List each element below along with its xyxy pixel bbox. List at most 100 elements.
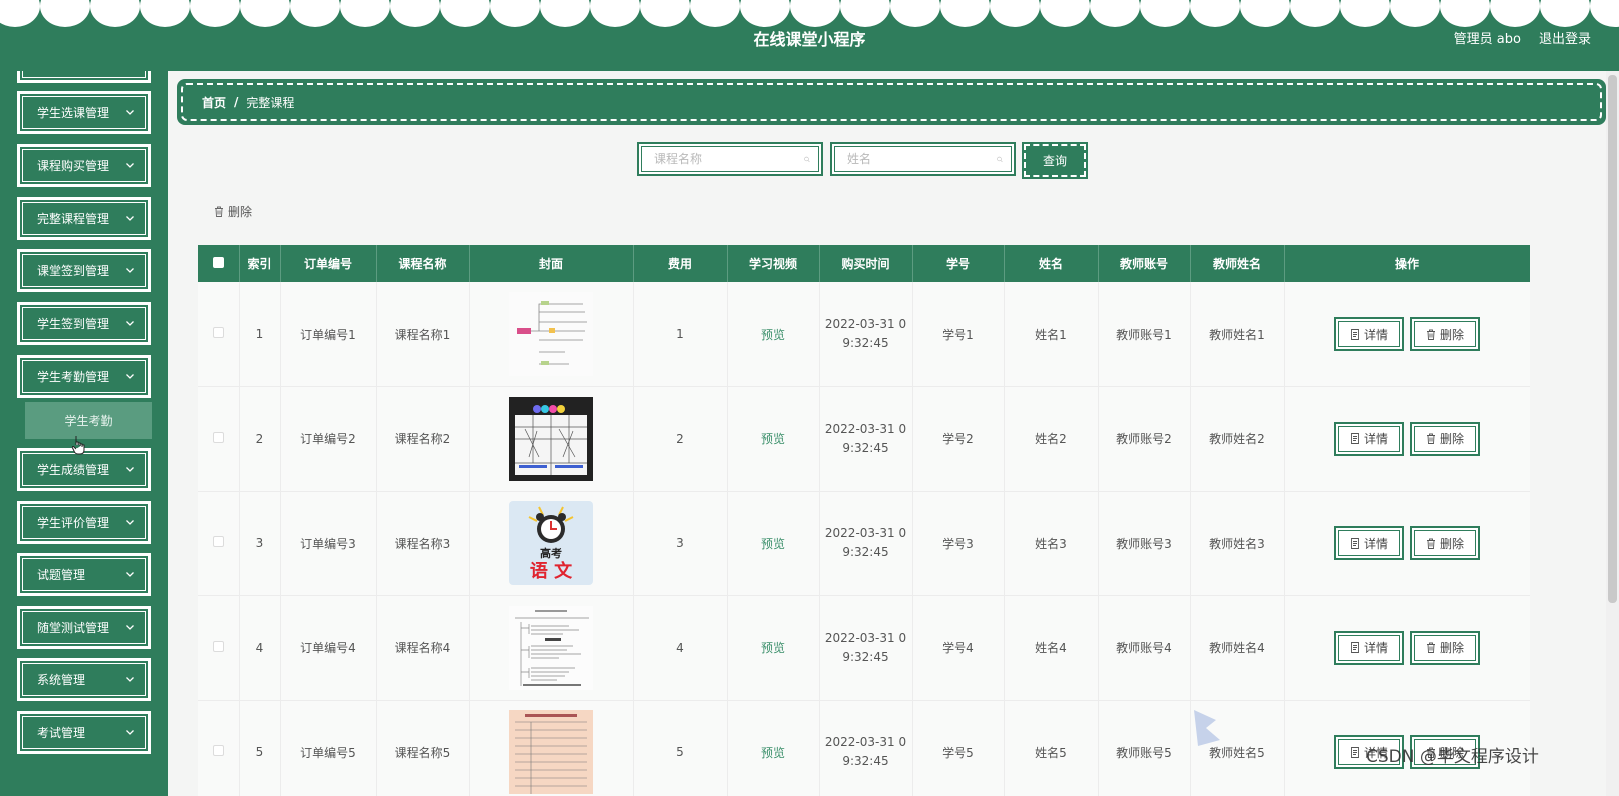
bulk-delete-button[interactable]: 删除 (214, 203, 252, 220)
column-header: 订单编号 (280, 245, 377, 282)
purchase-time-line1: 2022-03-31 0 (824, 526, 907, 541)
breadcrumb: 首页 / 完整课程 (177, 79, 1606, 125)
row-checkbox[interactable] (212, 745, 224, 757)
detail-button[interactable]: 详情 (1334, 630, 1404, 665)
sidebar-item-label: 考试管理 (37, 726, 86, 740)
scallop-shape (540, 0, 590, 27)
index-cell: 5 (239, 700, 281, 796)
purchase-time-line1: 2022-03-31 0 (824, 421, 907, 436)
delete-label: 删除 (1439, 536, 1464, 551)
course-cover-image: 高考语 文 (509, 501, 593, 586)
delete-label: 删除 (1439, 432, 1464, 447)
row-select-cell[interactable] (198, 595, 240, 701)
column-header: 费用 (633, 245, 728, 282)
delete-button[interactable]: 删除 (1410, 421, 1480, 456)
delete-button[interactable]: 删除 (1410, 630, 1480, 665)
row-checkbox[interactable] (212, 536, 224, 548)
order-number-cell: 订单编号2 (280, 386, 377, 492)
student-id-cell: 学号5 (912, 700, 1005, 796)
chevron-down-icon (126, 467, 134, 472)
fee-cell: 4 (633, 595, 728, 701)
column-header: 索引 (239, 245, 281, 282)
video-cell: 预览 (727, 595, 820, 701)
logout-button[interactable]: 退出登录 (1539, 28, 1591, 47)
admin-user-label[interactable]: 管理员 abo (1454, 28, 1521, 47)
video-preview-link[interactable]: 预览 (761, 328, 785, 342)
video-preview-link[interactable]: 预览 (761, 432, 785, 446)
detail-button[interactable]: 详情 (1334, 317, 1404, 351)
course-cover-image (509, 605, 593, 690)
column-header: 姓名 (1004, 245, 1099, 282)
scallop-shape (490, 0, 540, 27)
delete-button[interactable]: 删除 (1410, 526, 1480, 561)
detail-button[interactable]: 详情 (1334, 421, 1404, 456)
detail-label: 详情 (1363, 536, 1388, 551)
hand-cursor-icon (72, 436, 85, 455)
sidebar-menu-item[interactable]: 完整课程管理 (17, 197, 151, 240)
index-cell: 4 (239, 595, 281, 701)
table-header-row: 索引 订单编号 课程名称 封面 费用 学习视频 购买时间 学号 姓名 教师账号 教师姓名 操作 (198, 245, 1530, 282)
scallop-shape (1590, 0, 1619, 27)
sidebar-item-label: 学生评价管理 (37, 516, 110, 530)
purchase-time-line2: 9:32:45 (842, 336, 889, 350)
table-row[interactable]: 3 订单编号3 课程名称3 高考语 文 3 预览 2022-03-31 0 9:32:45 学号… (198, 491, 1530, 596)
scallop-shape (590, 0, 640, 27)
video-cell: 预览 (727, 282, 820, 387)
sidebar-menu-item[interactable]: 学生签到管理 (17, 302, 151, 345)
course-name-input[interactable] (654, 152, 804, 166)
select-all-checkbox[interactable] (212, 256, 224, 268)
video-preview-link[interactable]: 预览 (761, 537, 785, 551)
teacher-name-cell: 教师姓名3 (1190, 491, 1285, 596)
sidebar-menu-item[interactable]: 学生评价管理 (17, 501, 151, 544)
row-select-cell[interactable] (198, 386, 240, 492)
cover-subject-text: 语 文 (530, 560, 573, 582)
sidebar-menu-item[interactable]: 学生选课管理 (17, 91, 151, 134)
table-row[interactable]: 1 订单编号1 课程名称1 1 预览 2022-03-31 0 9:32:45 学号1 姓名1 教… (198, 282, 1530, 387)
app-title: 在线课堂小程序 (753, 30, 866, 49)
sidebar-menu-item[interactable]: 随堂测试管理 (17, 606, 151, 649)
row-checkbox[interactable] (212, 431, 224, 443)
sidebar-menu-item[interactable]: 课堂签到管理 (17, 249, 151, 292)
document-icon (1351, 642, 1359, 654)
select-all-header[interactable] (198, 245, 240, 282)
detail-button[interactable]: 详情 (1334, 526, 1404, 561)
table-row[interactable]: 2 订单编号2 课程名称2 2 预览 2022-03-31 0 9:32:45 学号2 姓名2 教… (198, 386, 1530, 492)
row-checkbox[interactable] (212, 640, 224, 652)
row-select-cell[interactable] (198, 700, 240, 796)
purchase-time-line2: 9:32:45 (842, 649, 889, 664)
search-icon (804, 156, 810, 162)
breadcrumb-home[interactable]: 首页 (202, 94, 226, 111)
sidebar-menu-item[interactable]: 学生考勤管理 (17, 355, 151, 398)
purchase-time-line1: 2022-03-31 0 (824, 630, 907, 645)
document-icon (1351, 746, 1359, 758)
scallop-shape (1290, 0, 1340, 27)
query-button[interactable]: 查询 (1022, 142, 1088, 179)
delete-button[interactable]: 删除 (1410, 317, 1480, 351)
student-id-cell: 学号1 (912, 282, 1005, 387)
sidebar-menu-item[interactable]: 系统管理 (17, 658, 151, 701)
scallop-shape (90, 0, 140, 27)
purchase-time-line1: 2022-03-31 0 (824, 317, 907, 331)
row-select-cell[interactable] (198, 282, 240, 387)
sidebar-subitem-student-attendance[interactable]: 学生考勤 (25, 402, 152, 439)
scallop-shape (740, 0, 790, 27)
purchase-time-line1: 2022-03-31 0 (824, 735, 907, 750)
trash-icon (215, 206, 223, 217)
sidebar-menu-item[interactable]: 考试管理 (17, 711, 151, 754)
document-icon (1351, 537, 1359, 549)
row-select-cell[interactable] (198, 491, 240, 596)
table-row[interactable]: 4 订单编号4 课程名称4 4 预览 2022-03-31 0 9:32:45 学号4 姓名4 教… (198, 595, 1530, 701)
name-input[interactable] (847, 152, 997, 166)
video-preview-link[interactable]: 预览 (761, 641, 785, 655)
row-checkbox[interactable] (212, 327, 224, 338)
video-preview-link[interactable]: 预览 (761, 746, 785, 760)
table-row[interactable]: 5 订单编号5 课程名称5 5 预览 2022-03-31 0 9:32:45 学号5 姓名5 教… (198, 700, 1530, 796)
cover-cell: 高考语 文 (469, 491, 634, 596)
page-scrollbar-thumb[interactable] (1608, 75, 1617, 603)
sidebar-menu-item[interactable]: 试题管理 (17, 553, 151, 596)
course-name-search-field (637, 142, 823, 176)
actions-cell: 详情 删除 (1284, 386, 1530, 492)
course-name-cell: 课程名称2 (376, 386, 470, 492)
sidebar-item-partial[interactable] (17, 71, 151, 83)
sidebar-menu-item[interactable]: 课程购买管理 (17, 144, 151, 187)
